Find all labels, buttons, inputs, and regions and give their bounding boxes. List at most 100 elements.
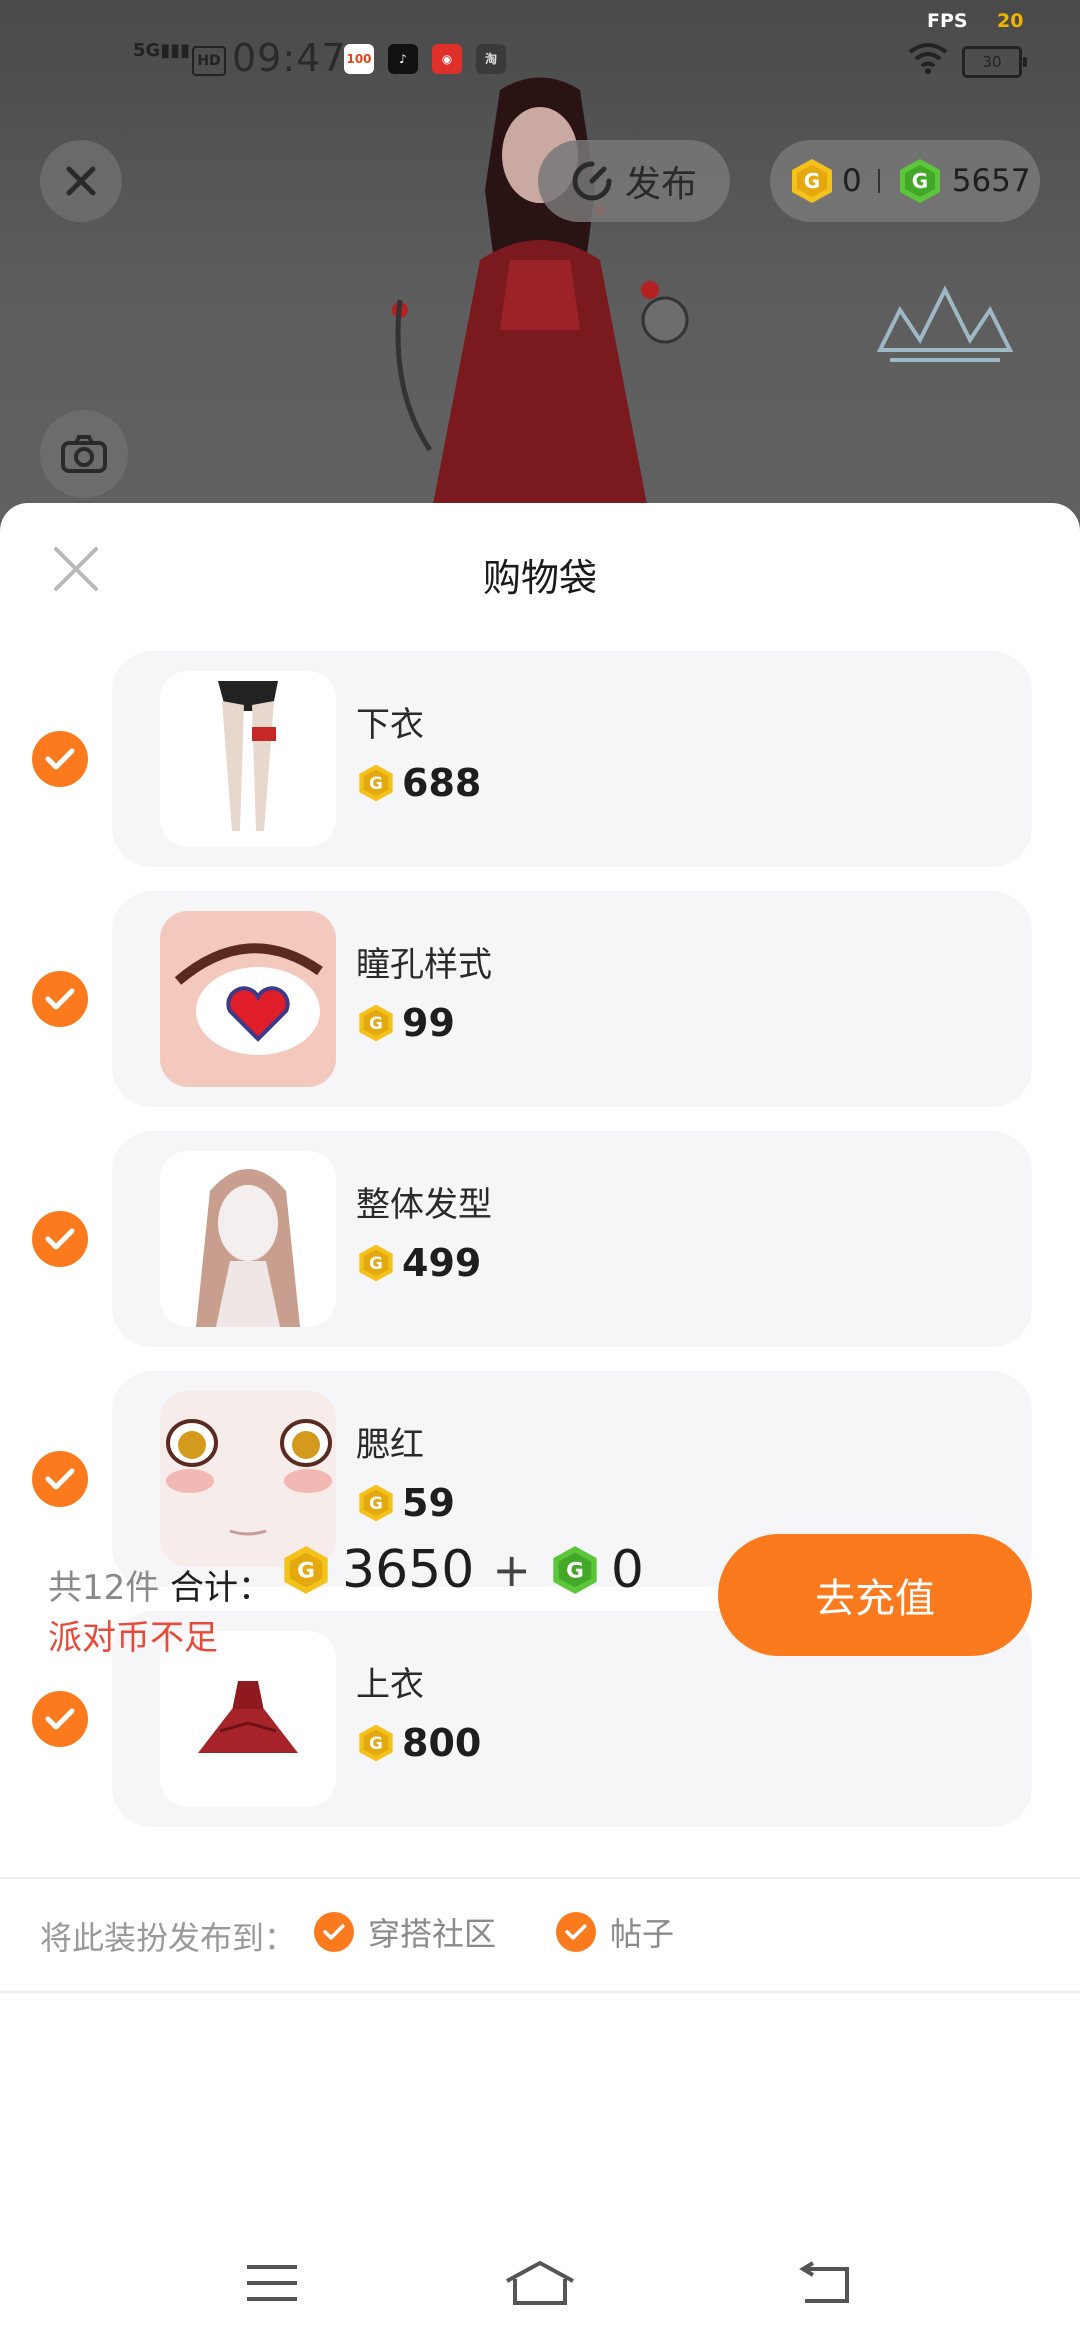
svg-text:G: G bbox=[369, 1734, 383, 1753]
item-checkbox[interactable] bbox=[32, 971, 88, 1027]
item-card[interactable]: 下衣 G 688 bbox=[112, 651, 1032, 867]
plus-sign: + bbox=[492, 1543, 531, 1597]
item-thumbnail bbox=[160, 671, 336, 847]
party-coin-icon: G bbox=[792, 159, 832, 203]
party-coin-icon: G bbox=[359, 764, 393, 802]
check-icon bbox=[45, 748, 75, 770]
signal-indicator: 5G▮▮▮ bbox=[133, 40, 190, 61]
check-icon bbox=[556, 1912, 596, 1952]
option-outfit-community[interactable]: 穿搭社区 bbox=[314, 1909, 496, 1955]
hairstyle-thumbnail bbox=[196, 1169, 300, 1327]
item-name: 腮红 bbox=[356, 1425, 424, 1465]
option-label: 帖子 bbox=[610, 1915, 675, 1953]
item-price: G 499 bbox=[356, 1241, 481, 1285]
item-card[interactable]: 瞳孔样式 G 99 bbox=[112, 891, 1032, 1107]
crown-watermark bbox=[876, 285, 1014, 362]
home-icon bbox=[506, 2260, 574, 2305]
total-price: G 3650 + G 0 bbox=[280, 1540, 644, 1600]
camera-button[interactable] bbox=[40, 410, 128, 498]
svg-text:G: G bbox=[369, 1014, 383, 1033]
close-icon bbox=[66, 166, 96, 196]
svg-text:G: G bbox=[297, 1559, 315, 1584]
option-label: 穿搭社区 bbox=[368, 1915, 497, 1953]
wifi-icon bbox=[908, 43, 948, 74]
lower-garment-thumbnail bbox=[218, 681, 278, 831]
party-coin-icon: G bbox=[359, 1244, 393, 1282]
item-price: G 800 bbox=[356, 1721, 481, 1765]
publish-icon bbox=[572, 161, 612, 201]
item-checkbox[interactable] bbox=[32, 731, 88, 787]
g-coin-balance: 5657 bbox=[951, 163, 1031, 199]
close-preview-button[interactable] bbox=[40, 140, 122, 222]
party-coin-icon: G bbox=[359, 1484, 393, 1522]
item-price: G 59 bbox=[356, 1481, 455, 1525]
item-card[interactable]: 整体发型 G 499 bbox=[112, 1131, 1032, 1347]
party-coin-total: 3650 bbox=[342, 1540, 475, 1600]
total-count: 共12件 bbox=[48, 1568, 160, 1608]
check-icon bbox=[314, 1912, 354, 1952]
publish-button[interactable]: 发布 bbox=[538, 140, 730, 222]
cart-item-lower-garment: 下衣 G 688 bbox=[0, 651, 1080, 867]
publish-label: 发布 bbox=[624, 164, 697, 205]
app-100-icon: 100 bbox=[344, 44, 374, 74]
back-button[interactable] bbox=[784, 2253, 864, 2313]
item-checkbox[interactable] bbox=[32, 1211, 88, 1267]
taobao-icon: 淘 bbox=[476, 44, 506, 74]
tiktok-icon: ♪ bbox=[388, 44, 418, 74]
menu-button[interactable] bbox=[232, 2253, 312, 2313]
check-icon bbox=[45, 1708, 75, 1730]
total-label: 合计： bbox=[170, 1568, 272, 1608]
camera-icon bbox=[61, 435, 107, 473]
svg-text:G: G bbox=[369, 1254, 383, 1273]
cart-item-hairstyle: 整体发型 G 499 bbox=[0, 1131, 1080, 1347]
publish-destination-row: 将此装扮发布到： 穿搭社区 帖子 bbox=[0, 1877, 1080, 1993]
price-value: 800 bbox=[402, 1721, 482, 1765]
item-checkbox[interactable] bbox=[32, 1451, 88, 1507]
back-icon bbox=[799, 2261, 849, 2303]
item-name: 瞳孔样式 bbox=[356, 945, 492, 985]
shopping-bag-sheet: 购物袋 下衣 G 688 瞳孔样式 G 99 整体发型 G 499 腮红 G 5… bbox=[0, 503, 1080, 2340]
g-coin-icon: G bbox=[553, 1546, 597, 1594]
currency-balance[interactable]: G 0 G 5657 bbox=[770, 140, 1040, 222]
item-name: 上衣 bbox=[356, 1665, 424, 1705]
svg-text:G: G bbox=[369, 1494, 383, 1513]
party-coin-icon: G bbox=[284, 1546, 328, 1594]
svg-text:G: G bbox=[566, 1559, 584, 1584]
price-value: 99 bbox=[402, 1001, 455, 1045]
party-coin-icon: G bbox=[359, 1724, 393, 1762]
svg-text:G: G bbox=[804, 169, 820, 193]
menu-icon bbox=[247, 2265, 297, 2301]
price-value: 688 bbox=[402, 761, 482, 805]
g-coin-icon: G bbox=[899, 159, 940, 203]
party-coin-icon: G bbox=[359, 1004, 393, 1042]
recharge-button[interactable]: 去充值 bbox=[718, 1534, 1032, 1656]
item-name: 整体发型 bbox=[356, 1185, 492, 1225]
sheet-title: 购物袋 bbox=[482, 556, 597, 600]
publish-to-label: 将此装扮发布到： bbox=[40, 1919, 297, 1957]
cart-item-pupil-style: 瞳孔样式 G 99 bbox=[0, 891, 1080, 1107]
check-icon bbox=[45, 988, 75, 1010]
svg-text:G: G bbox=[912, 169, 928, 193]
outfit-preview: FPS 20 5G▮▮▮ HD 09:47 100 ♪ ◉ 淘 30 发布 G … bbox=[0, 0, 1080, 520]
item-thumbnail bbox=[160, 911, 336, 1087]
app-100-label: 100 bbox=[346, 52, 372, 66]
system-nav-bar bbox=[0, 2223, 1080, 2340]
svg-text:G: G bbox=[369, 774, 383, 793]
item-thumbnail bbox=[160, 1151, 336, 1327]
fps-label: FPS bbox=[927, 10, 968, 32]
party-coin-balance: 0 bbox=[842, 163, 862, 199]
check-icon bbox=[45, 1228, 75, 1250]
item-name: 下衣 bbox=[356, 705, 424, 745]
character-preview bbox=[392, 77, 689, 520]
item-checkbox[interactable] bbox=[32, 1691, 88, 1747]
item-price: G 99 bbox=[356, 1001, 455, 1045]
check-icon bbox=[45, 1468, 75, 1490]
g-coin-total: 0 bbox=[610, 1540, 644, 1600]
home-button[interactable] bbox=[500, 2253, 580, 2313]
heart-eye-thumbnail bbox=[174, 943, 323, 1055]
fps-value: 20 bbox=[997, 10, 1024, 32]
hd-badge: HD bbox=[192, 46, 226, 76]
status-time: 09:47 bbox=[232, 36, 347, 80]
option-post[interactable]: 帖子 bbox=[556, 1909, 674, 1955]
divider bbox=[877, 169, 880, 193]
